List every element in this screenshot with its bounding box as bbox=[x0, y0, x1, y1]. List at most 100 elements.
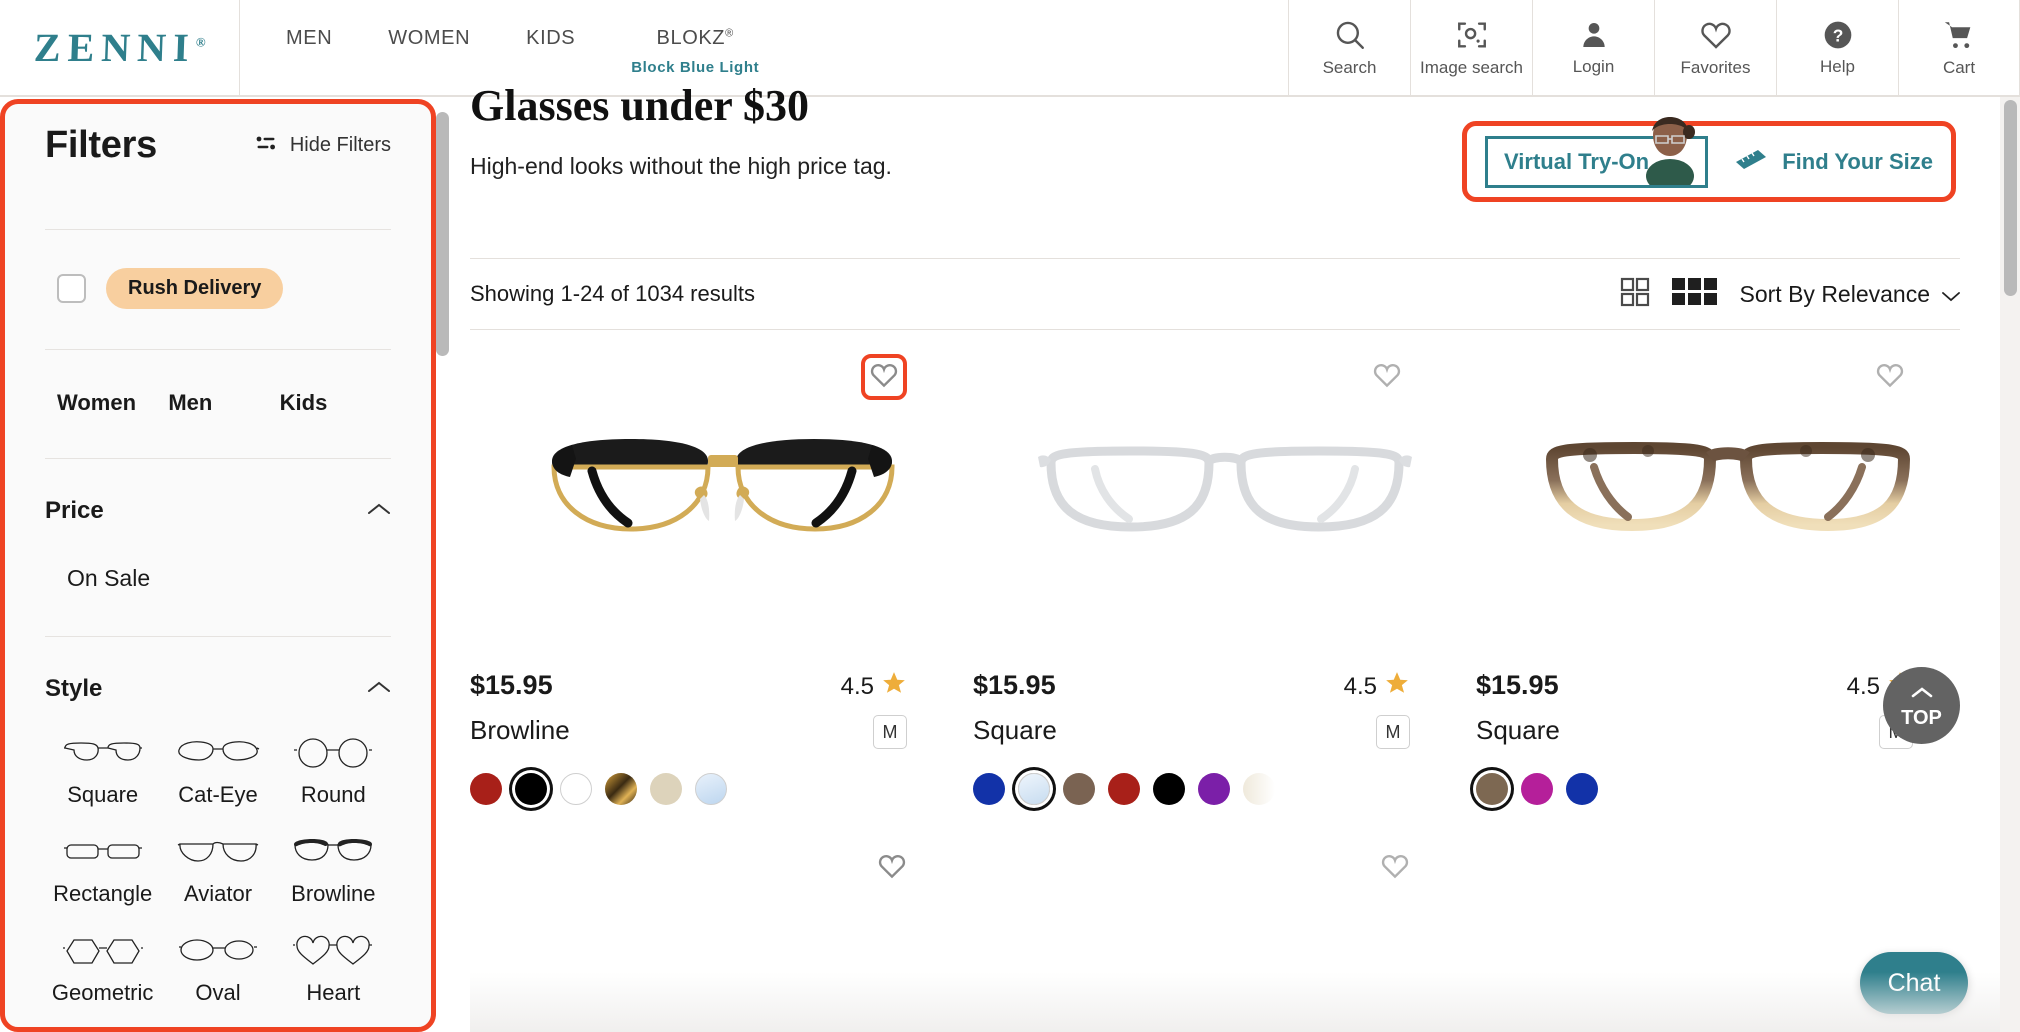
product-image bbox=[973, 390, 1476, 608]
rating-value: 4.5 bbox=[1846, 672, 1880, 700]
header-action-image-search[interactable]: Image search bbox=[1410, 0, 1532, 95]
style-filter-rectangle[interactable]: Rectangle bbox=[45, 836, 160, 907]
style-filter-round[interactable]: Round bbox=[276, 737, 391, 808]
product-price: $15.95 bbox=[470, 670, 553, 700]
price-option-on-sale[interactable]: On Sale bbox=[45, 525, 391, 636]
header-action-label: Search bbox=[1322, 57, 1377, 77]
header-action-help[interactable]: ? Help bbox=[1776, 0, 1898, 95]
glasses-square-clear-image bbox=[1037, 446, 1412, 532]
grid-3-icon[interactable] bbox=[1671, 277, 1718, 312]
favorite-button[interactable] bbox=[1380, 851, 1410, 886]
find-your-size-button[interactable]: Find Your Size bbox=[1734, 148, 1933, 176]
glasses-square-tortoise-image bbox=[1545, 441, 1910, 532]
star-icon bbox=[1384, 670, 1410, 703]
heart-icon bbox=[869, 360, 899, 395]
heart-icon bbox=[1372, 360, 1402, 395]
nav-label: MEN bbox=[286, 27, 333, 49]
logo[interactable]: ZENNI® bbox=[0, 0, 240, 95]
color-swatch[interactable] bbox=[560, 773, 592, 805]
next-row-favorite-wrap bbox=[1476, 845, 1979, 899]
header-action-label: Help bbox=[1820, 56, 1855, 76]
favorite-button[interactable] bbox=[1364, 354, 1410, 400]
glasses-oval-icon bbox=[175, 935, 261, 974]
favorite-button[interactable] bbox=[877, 851, 907, 886]
header-action-cart[interactable]: Cart bbox=[1898, 0, 2020, 95]
gender-filter-women[interactable]: Women bbox=[57, 390, 168, 416]
nav-item-blokz[interactable]: BLOKZ® Block Blue Light bbox=[603, 26, 787, 78]
product-image bbox=[470, 390, 973, 608]
nav-label: KIDS bbox=[526, 27, 576, 49]
style-label: Cat-Eye bbox=[178, 782, 258, 807]
rush-delivery-checkbox[interactable] bbox=[57, 274, 86, 303]
filter-rush-delivery[interactable]: Rush Delivery bbox=[45, 230, 391, 349]
nav-item-women[interactable]: WOMEN bbox=[360, 26, 498, 51]
color-swatch-selected[interactable] bbox=[1476, 773, 1508, 805]
color-swatch[interactable] bbox=[1153, 773, 1185, 805]
product-card[interactable]: $15.95 4.5 Square M bbox=[1476, 330, 1979, 899]
header-action-login[interactable]: Login bbox=[1532, 0, 1654, 95]
style-filter-browline[interactable]: Browline bbox=[276, 836, 391, 907]
sort-dropdown[interactable]: Sort By Relevance bbox=[1740, 281, 1960, 308]
style-filter-oval[interactable]: Oval bbox=[160, 935, 275, 1006]
product-shape: Square bbox=[1476, 715, 1560, 745]
color-swatch[interactable] bbox=[470, 773, 502, 805]
nav-item-men[interactable]: MEN bbox=[258, 26, 360, 51]
color-swatch[interactable] bbox=[605, 773, 637, 805]
favorite-button[interactable] bbox=[1867, 354, 1913, 400]
style-filter-square[interactable]: Square bbox=[45, 737, 160, 808]
style-label: Round bbox=[300, 782, 366, 807]
filter-section-style[interactable]: Style bbox=[45, 637, 391, 703]
color-swatch[interactable] bbox=[1566, 773, 1598, 805]
grid-2-icon[interactable] bbox=[1620, 277, 1650, 312]
heart-icon bbox=[1381, 855, 1409, 879]
heart-icon bbox=[878, 855, 906, 879]
style-label: Aviator bbox=[183, 881, 253, 906]
color-swatch-selected[interactable] bbox=[1018, 773, 1050, 805]
star-icon bbox=[881, 670, 907, 703]
color-swatch[interactable] bbox=[1108, 773, 1140, 805]
header-action-search[interactable]: Search bbox=[1288, 0, 1410, 95]
results-count: Showing 1-24 of 1034 results bbox=[470, 281, 755, 306]
color-swatch[interactable] bbox=[1198, 773, 1230, 805]
page-scrollbar-thumb[interactable] bbox=[2004, 100, 2017, 296]
nav-item-kids[interactable]: KIDS bbox=[498, 26, 603, 51]
sidebar-scrollbar[interactable] bbox=[436, 112, 449, 356]
main-content: Glasses under $30 High-end looks without… bbox=[470, 84, 1990, 1032]
gender-filter-kids[interactable]: Kids bbox=[280, 390, 391, 416]
color-swatch[interactable] bbox=[973, 773, 1005, 805]
rating-value: 4.5 bbox=[840, 672, 874, 700]
glasses-cateye-icon bbox=[175, 737, 261, 776]
color-swatch[interactable] bbox=[1521, 773, 1553, 805]
back-to-top-button[interactable]: TOP bbox=[1883, 667, 1960, 744]
color-swatch-selected[interactable] bbox=[515, 773, 547, 805]
style-filter-geometric[interactable]: Geometric bbox=[45, 935, 160, 1006]
favorite-button[interactable] bbox=[861, 354, 907, 400]
style-filter-cat-eye[interactable]: Cat-Eye bbox=[160, 737, 275, 808]
next-row-favorite-wrap bbox=[470, 845, 973, 899]
cart-icon bbox=[1942, 18, 1976, 52]
section-title: Price bbox=[45, 497, 104, 524]
filter-section-price[interactable]: Price bbox=[45, 459, 391, 525]
hide-filters-button[interactable]: Hide Filters bbox=[255, 134, 391, 157]
rating-value: 4.5 bbox=[1343, 672, 1377, 700]
header-action-favorites[interactable]: Favorites bbox=[1654, 0, 1776, 95]
gender-filter-men[interactable]: Men bbox=[168, 390, 279, 416]
color-swatch[interactable] bbox=[1063, 773, 1095, 805]
product-shape: Browline bbox=[470, 715, 570, 745]
product-card[interactable]: $15.95 4.5 Square M bbox=[973, 330, 1476, 899]
image-search-icon bbox=[1455, 18, 1489, 52]
product-rating: 4.5 bbox=[841, 670, 907, 703]
chat-button[interactable]: Chat bbox=[1860, 952, 1968, 1014]
color-swatch[interactable] bbox=[1243, 773, 1275, 805]
glasses-round-icon bbox=[290, 737, 376, 776]
header-action-label: Favorites bbox=[1680, 57, 1751, 77]
product-card[interactable]: $15.95 4.5 Browline M bbox=[470, 330, 973, 899]
page-root: ZENNI® MEN WOMEN KIDS BLOKZ® Block Blue … bbox=[0, 0, 2020, 1032]
style-filter-heart[interactable]: Heart bbox=[276, 935, 391, 1006]
style-filter-aviator[interactable]: Aviator bbox=[160, 836, 275, 907]
header-action-label: Image search bbox=[1420, 57, 1523, 77]
virtual-try-on-button[interactable]: Virtual Try-On bbox=[1485, 116, 1709, 188]
color-swatch[interactable] bbox=[695, 773, 727, 805]
color-swatch[interactable] bbox=[650, 773, 682, 805]
chevron-up-icon bbox=[367, 502, 391, 521]
